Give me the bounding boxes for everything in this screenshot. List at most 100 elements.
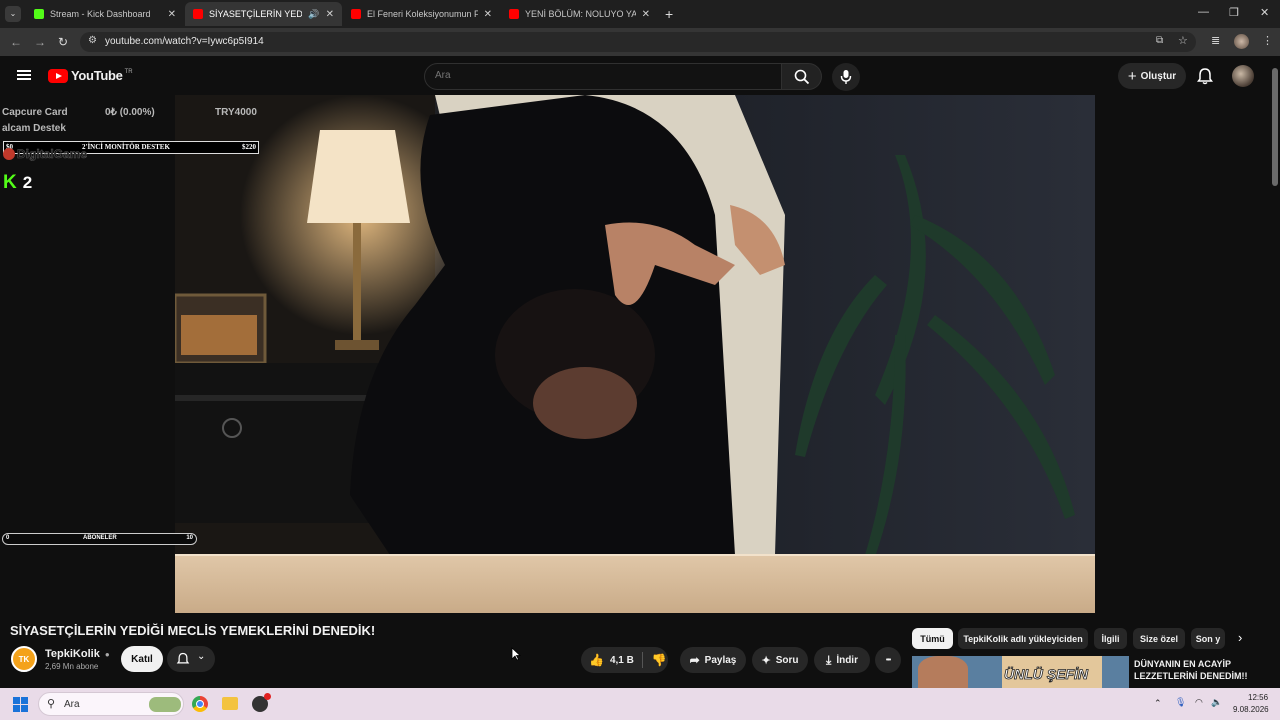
account-avatar[interactable] bbox=[1232, 65, 1254, 87]
youtube-favicon-icon bbox=[509, 9, 519, 19]
chip-for-you[interactable]: Size özel bbox=[1133, 628, 1185, 649]
like-divider bbox=[641, 652, 643, 668]
guide-menu-icon[interactable] bbox=[17, 70, 31, 80]
search-box[interactable] bbox=[424, 63, 782, 90]
like-button[interactable]: 👍 4,1 B bbox=[581, 653, 634, 667]
install-app-icon[interactable]: ⧉ bbox=[1156, 35, 1163, 46]
youtube-page: YouTube TR + Oluştur bbox=[0, 56, 1280, 688]
tab-close-icon[interactable]: ✕ bbox=[642, 9, 650, 20]
tab-title: YENİ BÖLÜM: NOLUYO YA ¿ VS bbox=[525, 9, 636, 19]
create-button[interactable]: + Oluştur bbox=[1118, 63, 1186, 89]
search-input[interactable] bbox=[435, 70, 765, 81]
clock-date[interactable]: 9.08.2026 bbox=[1233, 705, 1269, 714]
voice-search-button[interactable] bbox=[832, 63, 860, 91]
window-close-icon[interactable]: ✕ bbox=[1260, 6, 1269, 19]
search-icon bbox=[794, 69, 810, 85]
sparkle-icon: ✦ bbox=[761, 654, 771, 667]
site-info-icon[interactable]: ⚙ bbox=[88, 35, 97, 46]
tab-search-button[interactable]: ⌄ bbox=[5, 6, 21, 22]
tab-kick-dashboard[interactable]: Stream - Kick Dashboard ✕ bbox=[26, 2, 184, 26]
dislike-button[interactable]: 👎 bbox=[652, 653, 667, 667]
chip-from-uploader[interactable]: TepkiKolik adlı yükleyiciden bbox=[958, 628, 1088, 649]
volume-icon[interactable]: 🔈 bbox=[1211, 697, 1222, 708]
download-button[interactable]: ⤓ İndir bbox=[814, 647, 870, 673]
chrome-taskbar-icon[interactable] bbox=[192, 696, 208, 712]
kick-viewer-counter: K 2 bbox=[3, 173, 32, 193]
reload-icon[interactable]: ↻ bbox=[58, 35, 68, 49]
share-button[interactable]: ➦ Paylaş bbox=[680, 647, 746, 673]
app-taskbar-icon[interactable] bbox=[252, 693, 271, 712]
like-count: 4,1 B bbox=[609, 654, 634, 666]
microphone-tray-icon[interactable]: 🎙 bbox=[1175, 697, 1186, 708]
search-icon: ⚲ bbox=[47, 698, 56, 710]
recommended-video-title[interactable]: DÜNYANIN EN ACAYİP LEZZETLERİNİ DENEDİM!… bbox=[1134, 658, 1264, 682]
recommended-video-thumbnail[interactable]: ÜNLÜ ŞEFİN bbox=[912, 656, 1129, 688]
goal-title: 2'İNCİ MONİTÖR DESTEK bbox=[82, 143, 170, 151]
notifications-button[interactable] bbox=[1196, 67, 1214, 85]
video-player[interactable] bbox=[175, 95, 1095, 613]
capture-card-progress: 0₺ (0.00%) bbox=[105, 107, 155, 118]
tab-close-icon[interactable]: ✕ bbox=[326, 9, 334, 20]
tab-close-icon[interactable]: ✕ bbox=[168, 9, 176, 20]
kick-count: 2 bbox=[22, 173, 33, 192]
bell-icon bbox=[1197, 68, 1213, 85]
video-title: SİYASETÇİLERİN YEDİĞİ MECLİS YEMEKLERİNİ… bbox=[10, 623, 376, 638]
goal-end-value: $220 bbox=[242, 143, 256, 151]
subs-title: ABONELER bbox=[83, 535, 117, 541]
thumbs-up-icon: 👍 bbox=[589, 653, 604, 667]
taskbar-search-label: Ara bbox=[64, 699, 80, 710]
browser-tab-bar: ⌄ Stream - Kick Dashboard ✕ SİYASETÇİLER… bbox=[0, 0, 1280, 28]
thumbnail-person bbox=[918, 656, 968, 688]
youtube-wordmark: YouTube bbox=[71, 68, 123, 83]
windows-start-icon[interactable] bbox=[13, 697, 28, 712]
forward-icon[interactable]: → bbox=[34, 35, 46, 49]
clock-time[interactable]: 12:56 bbox=[1248, 693, 1268, 702]
new-tab-button[interactable]: + bbox=[665, 6, 673, 22]
minimize-icon[interactable]: — bbox=[1198, 6, 1209, 18]
channel-subscriber-count: 2,69 Mn abone bbox=[45, 662, 99, 671]
wifi-icon[interactable]: ◠ bbox=[1195, 697, 1203, 708]
file-explorer-icon[interactable] bbox=[222, 697, 238, 710]
subscription-notifications-button[interactable]: ⌄ bbox=[167, 646, 215, 672]
capture-card-subtitle: alcam Destek bbox=[2, 123, 66, 134]
mouse-cursor-icon bbox=[511, 647, 521, 661]
youtube-masthead: YouTube TR + Oluştur bbox=[0, 56, 1280, 96]
chevron-down-icon: ⌄ bbox=[197, 651, 206, 662]
restore-icon[interactable]: ❐ bbox=[1229, 6, 1239, 19]
search-button[interactable] bbox=[782, 63, 822, 90]
bookmark-star-icon[interactable]: ☆ bbox=[1178, 34, 1188, 47]
subs-end-value: 10 bbox=[186, 535, 193, 541]
tray-overflow-icon[interactable]: ⌃ bbox=[1154, 698, 1162, 709]
tab-title: SİYASETÇİLERİN YEDİĞİ ME bbox=[209, 9, 303, 19]
address-bar[interactable]: ⚙ youtube.com/watch?v=Iywc6p5I914 ⧉ ☆ bbox=[80, 32, 1196, 52]
browser-menu-icon[interactable]: ⋮ bbox=[1262, 34, 1273, 47]
share-label: Paylaş bbox=[704, 654, 737, 666]
channel-name[interactable]: TepkiKolik ● bbox=[45, 648, 110, 660]
chip-all[interactable]: Tümü bbox=[912, 628, 953, 649]
youtube-play-logo-icon bbox=[48, 68, 68, 83]
video-frame bbox=[175, 95, 1095, 613]
taskbar-search[interactable]: ⚲ Ara bbox=[38, 692, 184, 716]
chip-recent[interactable]: Son y bbox=[1191, 628, 1225, 649]
chips-next-icon[interactable]: › bbox=[1238, 630, 1242, 645]
profile-avatar[interactable] bbox=[1234, 34, 1249, 49]
youtube-logo[interactable]: YouTube TR bbox=[48, 68, 133, 83]
bell-icon bbox=[176, 652, 190, 664]
scrollbar-thumb[interactable] bbox=[1272, 68, 1278, 186]
ask-button[interactable]: ✦ Soru bbox=[752, 647, 808, 673]
tab-yeni-bolum[interactable]: YENİ BÖLÜM: NOLUYO YA ¿ VS ✕ bbox=[501, 2, 658, 26]
join-button[interactable]: Katıl bbox=[121, 646, 163, 672]
capture-card-label: Capcure Card bbox=[2, 107, 68, 118]
tab-youtube-video[interactable]: SİYASETÇİLERİN YEDİĞİ ME 🔊 ✕ bbox=[185, 2, 342, 26]
tab-close-icon[interactable]: ✕ bbox=[484, 9, 492, 20]
channel-name-text: TepkiKolik bbox=[45, 648, 100, 660]
channel-avatar[interactable]: TK bbox=[11, 646, 37, 672]
youtube-favicon-icon bbox=[193, 9, 203, 19]
back-icon[interactable]: ← bbox=[10, 35, 22, 49]
audio-playing-icon[interactable]: 🔊 bbox=[308, 9, 319, 20]
chip-related[interactable]: İlgili bbox=[1094, 628, 1127, 649]
reading-list-icon[interactable]: ≣ bbox=[1211, 34, 1220, 47]
ask-label: Soru bbox=[775, 654, 799, 666]
more-actions-button[interactable]: ••• bbox=[875, 647, 901, 673]
tab-el-feneri[interactable]: El Feneri Koleksiyonumun Favo ✕ bbox=[343, 2, 500, 26]
